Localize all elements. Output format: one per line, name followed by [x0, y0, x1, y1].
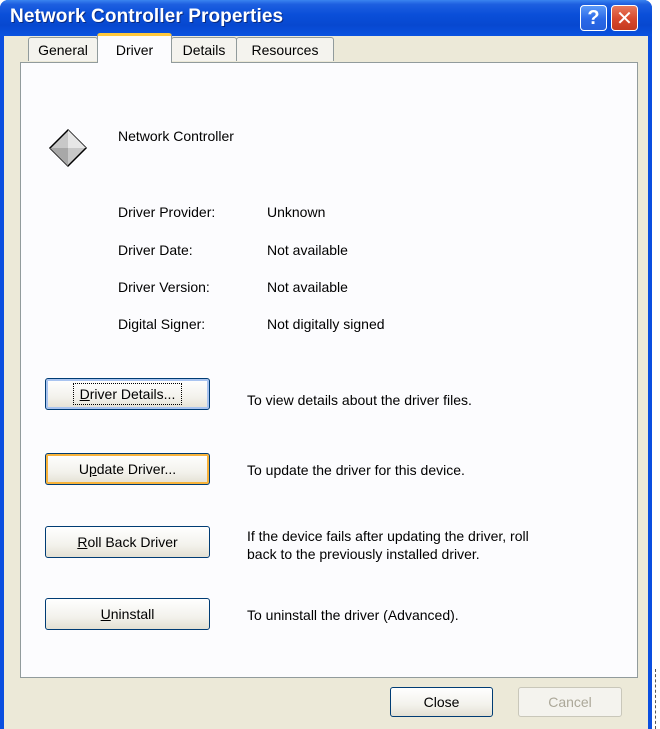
- update-driver-description: To update the driver for this device.: [247, 462, 465, 478]
- diamond-device-icon: [48, 128, 88, 168]
- close-icon: ✕: [616, 7, 633, 30]
- title-bar[interactable]: Network Controller Properties ? ✕: [0, 0, 652, 36]
- roll-back-description-line1: If the device fails after updating the d…: [247, 528, 529, 544]
- tab-details-label: Details: [182, 41, 226, 58]
- window-title: Network Controller Properties: [10, 6, 284, 27]
- roll-back-description-line2: back to the previously installed driver.: [247, 546, 480, 562]
- driver-details-button-label: Driver Details...: [72, 383, 183, 405]
- help-button[interactable]: ?: [580, 5, 607, 31]
- update-driver-button[interactable]: Update Driver...: [45, 453, 210, 485]
- driver-provider-label: Driver Provider:: [118, 204, 216, 220]
- uninstall-button-label: Uninstall: [100, 606, 155, 622]
- roll-back-driver-button[interactable]: Roll Back Driver: [45, 526, 210, 558]
- cancel-button-label: Cancel: [548, 694, 592, 710]
- close-button[interactable]: Close: [390, 687, 493, 717]
- driver-version-value: Not available: [267, 279, 348, 295]
- close-button-label: Close: [423, 694, 460, 710]
- driver-details-button[interactable]: Driver Details...: [45, 378, 210, 410]
- tab-details[interactable]: Details: [171, 37, 237, 61]
- driver-version-label: Driver Version:: [118, 279, 210, 295]
- tab-resources[interactable]: Resources: [236, 37, 334, 61]
- update-driver-button-label: Update Driver...: [78, 461, 177, 477]
- digital-signer-value: Not digitally signed: [267, 316, 385, 332]
- digital-signer-label: Digital Signer:: [118, 316, 206, 332]
- roll-back-driver-description: If the device fails after updating the d…: [247, 527, 529, 563]
- tab-general[interactable]: General: [28, 37, 98, 61]
- uninstall-button[interactable]: Uninstall: [45, 598, 210, 630]
- uninstall-description: To uninstall the driver (Advanced).: [247, 607, 459, 623]
- driver-date-label: Driver Date:: [118, 242, 193, 258]
- cancel-button[interactable]: Cancel: [518, 687, 622, 717]
- driver-details-description: To view details about the driver files.: [247, 392, 472, 408]
- dotted-divider: [655, 669, 656, 729]
- tab-general-label: General: [38, 41, 88, 58]
- tab-driver[interactable]: Driver: [97, 33, 172, 63]
- driver-tab-panel: [20, 62, 638, 678]
- tab-driver-label: Driver: [115, 41, 154, 58]
- tab-resources-label: Resources: [251, 41, 319, 58]
- roll-back-driver-button-label: Roll Back Driver: [77, 534, 178, 550]
- title-close-button[interactable]: ✕: [611, 5, 638, 31]
- driver-provider-value: Unknown: [267, 204, 326, 220]
- help-icon: ?: [587, 6, 600, 29]
- device-name: Network Controller: [118, 128, 234, 144]
- driver-date-value: Not available: [267, 242, 348, 258]
